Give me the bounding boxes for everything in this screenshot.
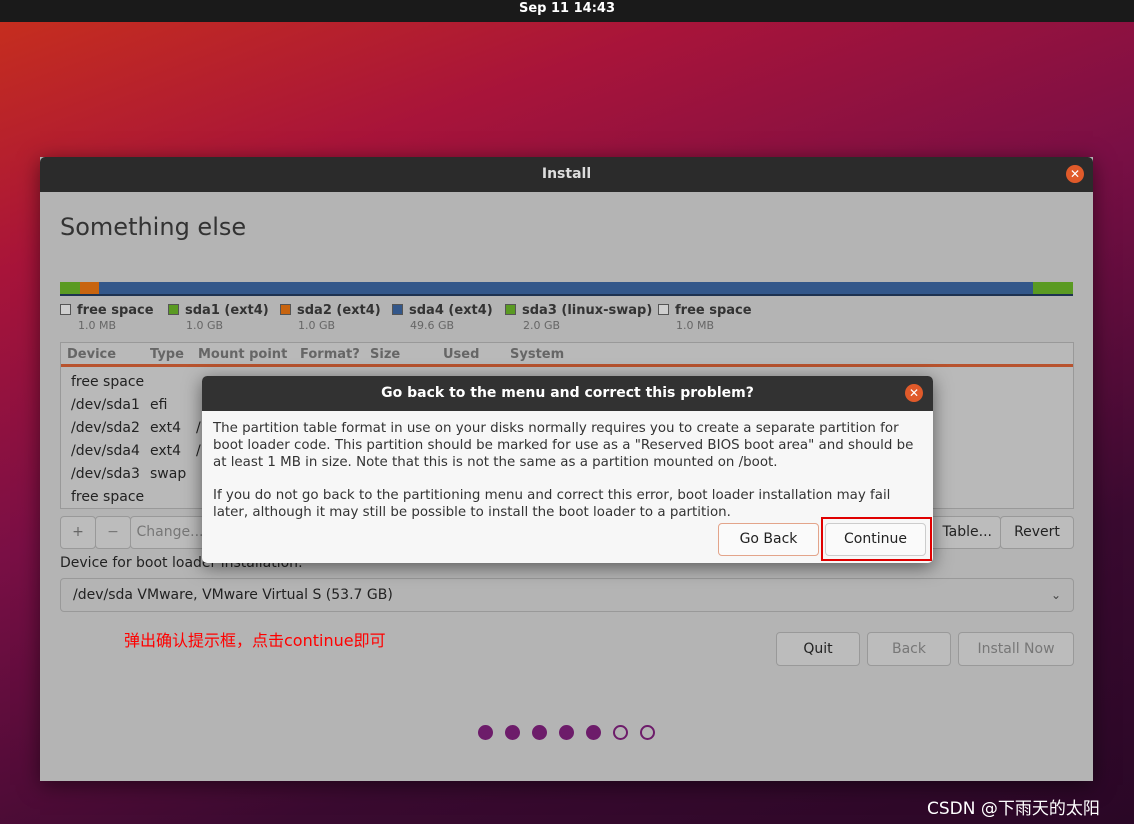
col-device[interactable]: Device xyxy=(67,347,116,362)
legend-swatch xyxy=(168,304,179,315)
dialog-titlebar: Go back to the menu and correct this pro… xyxy=(202,376,933,411)
row-mount: / xyxy=(196,443,201,459)
legend-item: sda3 (linux-swap) 2.0 GB xyxy=(505,303,652,332)
legend-label: free space xyxy=(77,303,154,318)
page-title: Something else xyxy=(60,213,247,241)
progress-dot xyxy=(640,725,655,740)
dialog-message-1: The partition table format in use on you… xyxy=(213,421,914,470)
top-bar: Sep 11 14:43 xyxy=(0,0,1134,22)
install-now-button[interactable]: Install Now xyxy=(958,632,1074,666)
progress-dot xyxy=(613,725,628,740)
legend-label: free space xyxy=(675,303,752,318)
col-mount[interactable]: Mount point xyxy=(198,347,287,362)
dialog-close-icon[interactable]: ✕ xyxy=(905,384,923,402)
partition-segment xyxy=(1033,282,1073,294)
partition-segment xyxy=(99,282,1034,294)
clock[interactable]: Sep 11 14:43 xyxy=(519,1,615,16)
chevron-down-icon: ⌄ xyxy=(1050,588,1061,602)
legend-label: sda2 (ext4) xyxy=(297,303,381,318)
col-type[interactable]: Type xyxy=(150,347,184,362)
legend-size: 1.0 MB xyxy=(676,319,715,332)
legend-label: sda4 (ext4) xyxy=(409,303,493,318)
row-device: /dev/sda3 xyxy=(71,466,140,482)
row-type: ext4 xyxy=(150,420,182,436)
dialog-message-2: If you do not go back to the partitionin… xyxy=(213,488,891,520)
add-partition-button[interactable]: + xyxy=(60,516,96,549)
legend-swatch xyxy=(60,304,71,315)
legend-swatch xyxy=(505,304,516,315)
legend-swatch xyxy=(280,304,291,315)
legend-item: sda2 (ext4) 1.0 GB xyxy=(280,303,381,332)
go-back-button[interactable]: Go Back xyxy=(718,523,819,556)
row-type: swap xyxy=(150,466,187,482)
row-type: ext4 xyxy=(150,443,182,459)
watermark: CSDN @下雨天的太阳 xyxy=(927,799,1100,819)
legend-size: 1.0 MB xyxy=(78,319,117,332)
row-device: /dev/sda4 xyxy=(71,443,140,459)
row-device: free space xyxy=(71,489,145,505)
progress-dot xyxy=(505,725,520,740)
row-device: free space xyxy=(71,374,145,390)
legend-item: sda4 (ext4) 49.6 GB xyxy=(392,303,493,332)
dialog-title: Go back to the menu and correct this pro… xyxy=(381,385,754,401)
legend-swatch xyxy=(392,304,403,315)
legend-label: sda3 (linux-swap) xyxy=(522,303,653,318)
partition-segment xyxy=(80,282,100,294)
row-device: /dev/sda1 xyxy=(71,397,140,413)
bootloader-device-select[interactable]: /dev/sda VMware, VMware Virtual S (53.7 … xyxy=(60,578,1074,612)
row-device: /dev/sda2 xyxy=(71,420,140,436)
change-partition-button[interactable]: Change... xyxy=(130,516,210,549)
col-format[interactable]: Format? xyxy=(300,347,360,362)
legend-item: sda1 (ext4) 1.0 GB xyxy=(168,303,269,332)
progress-dot xyxy=(559,725,574,740)
bootloader-device-value: /dev/sda VMware, VMware Virtual S (53.7 … xyxy=(73,587,393,603)
revert-button[interactable]: Revert xyxy=(1000,516,1074,549)
legend-size: 2.0 GB xyxy=(523,319,561,332)
partition-bar xyxy=(60,282,1073,296)
highlight-box xyxy=(821,517,932,561)
window-title: Install xyxy=(541,166,592,182)
progress-dot xyxy=(586,725,601,740)
annotation-text: 弹出确认提示框，点击continue即可 xyxy=(124,631,386,650)
legend-item: free space 1.0 MB xyxy=(658,303,752,332)
legend-size: 49.6 GB xyxy=(410,319,455,332)
col-size[interactable]: Size xyxy=(370,347,400,362)
legend-size: 1.0 GB xyxy=(298,319,336,332)
col-system[interactable]: System xyxy=(510,347,564,362)
partition-segment xyxy=(60,282,81,294)
progress-dot xyxy=(478,725,493,740)
quit-button[interactable]: Quit xyxy=(776,632,860,666)
back-button[interactable]: Back xyxy=(867,632,951,666)
remove-partition-button[interactable]: − xyxy=(95,516,131,549)
col-used[interactable]: Used xyxy=(443,347,479,362)
window-titlebar: Install ✕ xyxy=(40,157,1093,192)
legend-label: sda1 (ext4) xyxy=(185,303,269,318)
table-header: Device Type Mount point Format? Size Use… xyxy=(61,343,1073,367)
row-type: efi xyxy=(150,397,168,413)
legend-size: 1.0 GB xyxy=(186,319,224,332)
progress-dot xyxy=(532,725,547,740)
row-mount: / xyxy=(196,420,201,436)
legend-swatch xyxy=(658,304,669,315)
window-close-icon[interactable]: ✕ xyxy=(1066,165,1084,183)
legend-item: free space 1.0 MB xyxy=(60,303,154,332)
